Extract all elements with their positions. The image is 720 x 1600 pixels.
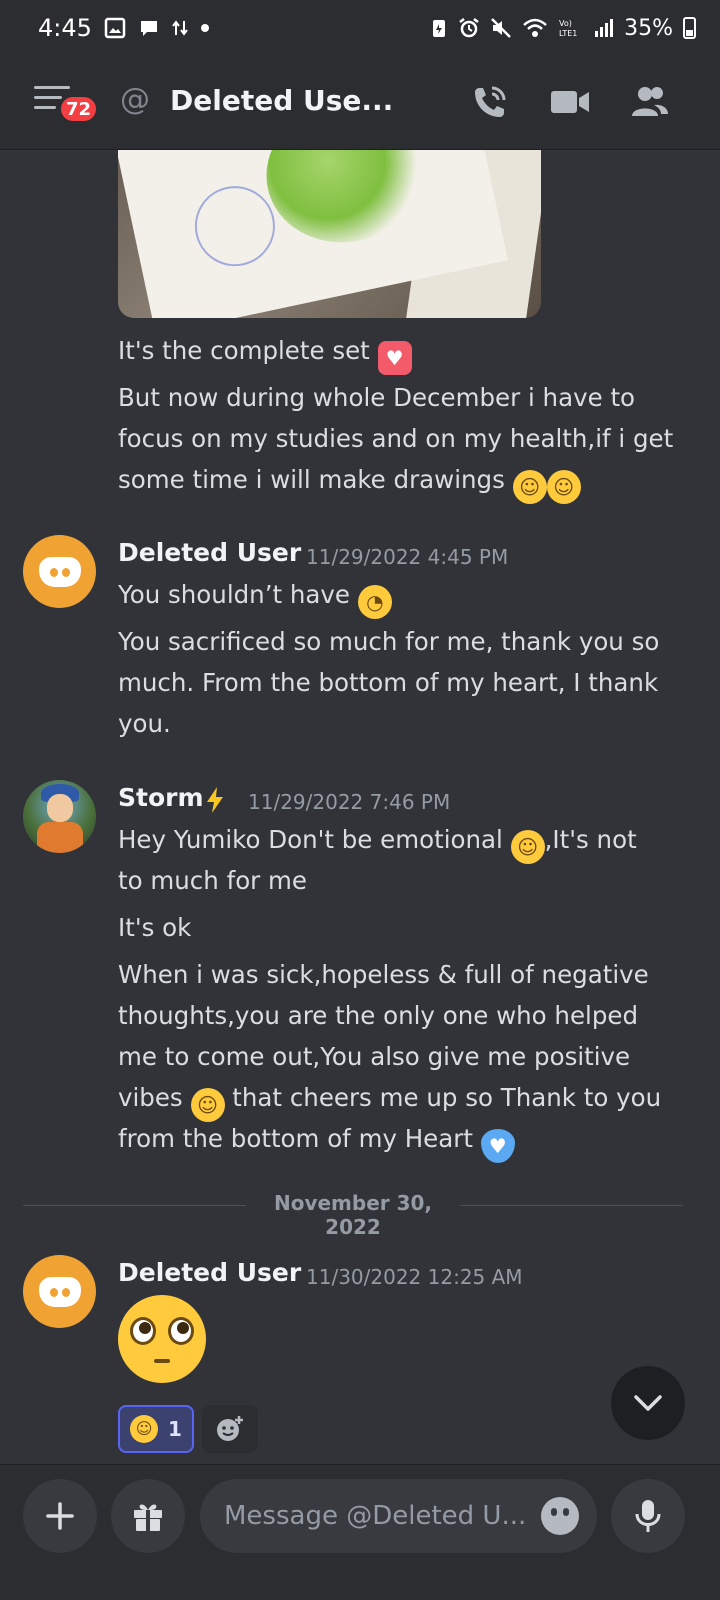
author-name[interactable]: Deleted User bbox=[118, 538, 301, 567]
upside-down-face-emoji-icon: ☺ bbox=[512, 470, 547, 504]
rolling-eyes-emoji-icon: ◔ bbox=[357, 585, 392, 619]
message-line: some time i will make drawings ☺ ☺ bbox=[118, 459, 581, 504]
reaction-count: 1 bbox=[168, 1417, 182, 1441]
battery-percent: 35% bbox=[624, 15, 673, 41]
message-line: You shouldn’t have ◔ bbox=[118, 574, 392, 619]
svg-text:Vo): Vo) bbox=[559, 19, 572, 28]
voice-message-button[interactable] bbox=[611, 1479, 685, 1553]
lightning-icon bbox=[204, 786, 226, 819]
chat-bubble-icon bbox=[138, 17, 160, 39]
blue-heart-emoji-icon: ♥ bbox=[480, 1129, 515, 1163]
avatar[interactable] bbox=[23, 780, 96, 853]
alarm-icon bbox=[458, 17, 480, 39]
jump-to-bottom-button[interactable] bbox=[611, 1366, 685, 1440]
message-line: It's the complete set ♥ bbox=[118, 330, 412, 375]
message-line: vibes ☺ that cheers me up so Thank to yo… bbox=[118, 1077, 661, 1122]
message-line: you. bbox=[118, 709, 171, 738]
emoji-picker-icon[interactable] bbox=[541, 1497, 579, 1535]
message-composer: Message @Deleted U... bbox=[0, 1464, 720, 1600]
heart-gift-emoji-icon: ♥ bbox=[377, 341, 412, 375]
message-line: to much for me bbox=[118, 866, 307, 895]
unread-badge: 72 bbox=[58, 94, 100, 124]
upside-down-face-emoji-icon: ☺ bbox=[546, 470, 581, 504]
mute-icon bbox=[490, 17, 512, 39]
channel-header: 72 @ Deleted Use... bbox=[0, 56, 720, 150]
chevron-down-icon bbox=[634, 1395, 662, 1411]
message-input[interactable]: Message @Deleted U... bbox=[200, 1479, 597, 1553]
message-line: much. From the bottom of my heart, I tha… bbox=[118, 668, 659, 697]
status-time: 4:45 bbox=[38, 14, 92, 42]
message-line: Hey Yumiko Don't be emotional ☺ ,It's not bbox=[118, 819, 637, 864]
gift-button[interactable] bbox=[111, 1479, 185, 1553]
add-reaction-icon bbox=[217, 1416, 243, 1441]
status-bar: 4:45 Vo) LTE1 35% bbox=[0, 0, 720, 56]
battery-saver-icon bbox=[430, 17, 448, 39]
message-line: But now during whole December i have to bbox=[118, 383, 636, 412]
lte-icon: Vo) LTE1 bbox=[558, 17, 584, 39]
image-attachment[interactable] bbox=[118, 150, 541, 318]
author-name[interactable]: Storm bbox=[118, 783, 204, 812]
discord-logo-icon bbox=[38, 556, 81, 587]
discord-logo-icon bbox=[38, 1276, 81, 1307]
message-line: When i was sick,hopeless & full of negat… bbox=[118, 960, 649, 989]
notification-dot-icon bbox=[200, 23, 210, 33]
message-line: focus on my studies and on my health,if … bbox=[118, 424, 674, 453]
smiling-face-emoji-icon: ☺ bbox=[130, 1415, 159, 1443]
message-line: thoughts,you are the only one who helped bbox=[118, 1001, 639, 1030]
smiling-face-emoji-icon: ☺ bbox=[510, 830, 545, 864]
data-transfer-icon bbox=[172, 17, 188, 39]
svg-text:LTE1: LTE1 bbox=[559, 29, 577, 38]
avatar[interactable] bbox=[23, 1255, 96, 1328]
pleading-face-emoji-icon bbox=[118, 1295, 206, 1383]
add-attachment-button[interactable] bbox=[23, 1479, 97, 1553]
message-line: from the bottom of my Heart ♥ bbox=[118, 1118, 515, 1163]
signal-icon bbox=[594, 17, 614, 39]
message-line: me to come out,You also give me positive bbox=[118, 1042, 631, 1071]
gallery-icon bbox=[104, 17, 126, 39]
avatar[interactable] bbox=[23, 535, 96, 608]
message-timestamp: 11/29/2022 4:45 PM bbox=[306, 545, 509, 569]
author-name[interactable]: Deleted User bbox=[118, 1258, 301, 1287]
halo-smile-emoji-icon: ☺ bbox=[190, 1088, 225, 1122]
message-timestamp: 11/29/2022 7:46 PM bbox=[248, 790, 451, 814]
message-timestamp: 11/30/2022 12:25 AM bbox=[306, 1265, 523, 1289]
message-list[interactable]: It's the complete set ♥ But now during w… bbox=[0, 150, 720, 1494]
date-divider: November 30, 2022 bbox=[246, 1191, 460, 1239]
video-call-icon[interactable] bbox=[548, 80, 592, 124]
message-input-placeholder: Message @Deleted U... bbox=[224, 1501, 527, 1531]
voice-call-icon[interactable] bbox=[468, 80, 512, 124]
members-icon[interactable] bbox=[628, 80, 672, 124]
reaction-chip[interactable]: ☺ 1 bbox=[118, 1405, 194, 1453]
message-line: It's ok bbox=[118, 913, 192, 942]
battery-icon bbox=[683, 17, 696, 39]
message-line: You sacrificed so much for me, thank you… bbox=[118, 627, 660, 656]
at-icon: @ bbox=[120, 82, 150, 117]
microphone-icon bbox=[635, 1500, 661, 1532]
add-reaction-button[interactable] bbox=[202, 1405, 258, 1453]
gift-icon bbox=[134, 1504, 162, 1531]
wifi-icon bbox=[522, 17, 548, 39]
page-title[interactable]: Deleted Use... bbox=[170, 84, 393, 117]
plus-icon bbox=[46, 1502, 74, 1530]
